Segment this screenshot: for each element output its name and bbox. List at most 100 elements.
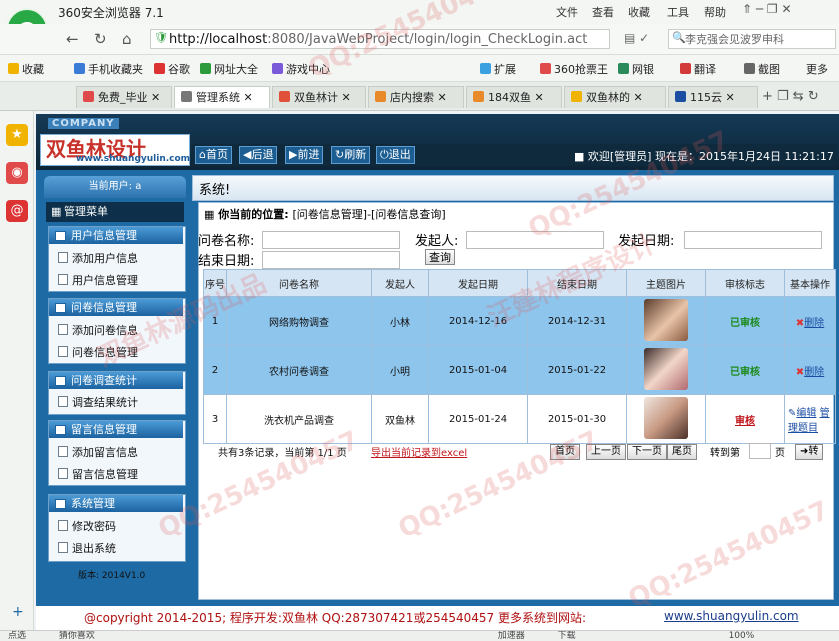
bookmark-screenshot[interactable]: 截图: [744, 61, 780, 77]
footer-website-link[interactable]: www.shuangyulin.com: [664, 609, 799, 623]
filter-initiator-input[interactable]: [466, 231, 604, 249]
tab-shuangyulin[interactable]: 双鱼林计 ✕: [272, 86, 366, 108]
menu-tools[interactable]: 工具: [667, 4, 689, 20]
search-input[interactable]: 李克强会见波罗申科: [668, 29, 836, 49]
menu-item-logout[interactable]: 退出系统: [58, 540, 116, 556]
url-host: http://localhost: [169, 32, 268, 47]
bookmark-label: 手机收藏夹: [88, 63, 143, 76]
nav-refresh-button[interactable]: ↻刷新: [331, 146, 371, 164]
star-icon: [8, 63, 19, 74]
extensions-icon: [480, 63, 491, 74]
tab-115[interactable]: 115云 ✕: [668, 86, 758, 108]
table-row[interactable]: 2 农村问卷调查 小明 2015-01-04 2015-01-22 已审核 ✖删…: [203, 345, 836, 395]
translate-icon: [680, 63, 691, 74]
url-input[interactable]: http://localhost:8080/JavaWebProject/log…: [150, 29, 610, 49]
menu-group-header[interactable]: 用户信息管理: [49, 227, 183, 244]
brand-url: www.shuangyulin.com: [76, 154, 191, 164]
window-controls-icon[interactable]: ⇑ ─ ❐ ✕: [742, 2, 792, 16]
table-header-row: 序号 问卷名称 发起人 发起日期 结束日期 主题图片 审核标志 基本操作: [203, 269, 836, 297]
cell-ops: ✎编辑 管理题目: [784, 394, 836, 444]
bookmark-google[interactable]: 谷歌: [154, 61, 190, 77]
cell-no: 2: [203, 345, 227, 395]
bookmark-sites[interactable]: 网址大全: [200, 61, 258, 77]
menu-item-survey-stats[interactable]: 调查结果统计: [58, 394, 138, 410]
nav-back-button[interactable]: ◀后退: [239, 146, 278, 164]
last-page-button[interactable]: 尾页: [667, 444, 697, 460]
menu-group-header[interactable]: 问卷信息管理: [49, 299, 183, 316]
delete-link[interactable]: 删除: [804, 367, 824, 378]
nav-forward-button[interactable]: ▶前进: [285, 146, 324, 164]
favorites-star-icon[interactable]: ★: [6, 124, 28, 146]
filter-name-input[interactable]: [262, 231, 400, 249]
bookmark-favorites[interactable]: 收藏: [8, 61, 44, 77]
power-icon: ⏻: [380, 148, 389, 161]
bookmark-more[interactable]: 更多: [806, 61, 828, 77]
first-page-button[interactable]: 首页: [550, 444, 580, 460]
theme-image: [644, 347, 688, 390]
tab-store-search[interactable]: 店内搜索 ✕: [368, 86, 464, 108]
menu-item-manage-questionnaires[interactable]: 问卷信息管理: [58, 344, 138, 360]
bookmark-bank[interactable]: 网银: [618, 61, 654, 77]
menu-item-manage-messages[interactable]: 留言信息管理: [58, 466, 138, 482]
export-excel-link[interactable]: 导出当前记录到excel: [371, 444, 467, 459]
tab-tools-icon[interactable]: + ❐ ⇆ ↻: [762, 89, 819, 104]
menu-item-add-message[interactable]: 添加留言信息: [58, 444, 138, 460]
bookmark-mobile[interactable]: 手机收藏夹: [74, 61, 143, 77]
menu-file[interactable]: 文件: [556, 4, 578, 20]
prev-page-button[interactable]: 上一页: [586, 444, 626, 460]
go-button[interactable]: ➜转: [795, 444, 824, 460]
table-row[interactable]: 3 洗衣机产品调查 双鱼林 2015-01-24 2015-01-30 审核 ✎…: [203, 394, 836, 444]
refresh-icon: ↻: [335, 148, 345, 161]
status-badge: 已审核: [730, 317, 760, 329]
scissors-icon: [744, 63, 755, 74]
filter-end-input[interactable]: [262, 251, 400, 269]
company-label: COMPANY: [48, 118, 119, 129]
nav-logout-button[interactable]: ⏻退出: [376, 146, 415, 164]
menu-item-change-password[interactable]: 修改密码: [58, 518, 116, 534]
tab-184[interactable]: 184双鱼 ✕: [466, 86, 562, 108]
back-icon[interactable]: ←: [66, 30, 79, 48]
phone-icon: [74, 63, 85, 74]
menu-favorites[interactable]: 收藏: [628, 4, 650, 20]
query-button[interactable]: 查询: [425, 249, 455, 265]
nav-home-button[interactable]: ⌂首页: [195, 146, 232, 164]
menu-group-header[interactable]: 问卷调查统计: [49, 372, 183, 389]
ticket-icon: [540, 63, 551, 74]
address-tools-icon[interactable]: ▤ ✓: [624, 31, 649, 45]
bookmark-extensions[interactable]: 扩展: [480, 61, 516, 77]
breadcrumb: ▦ 你当前的位置: [问卷信息管理]-[问卷信息查询]: [204, 206, 446, 222]
next-page-button[interactable]: 下一页: [627, 444, 667, 460]
bookmark-translate[interactable]: 翻译: [680, 61, 716, 77]
menu-group-header[interactable]: 留言信息管理: [49, 421, 183, 438]
cell-name: 农村问卷调查: [226, 345, 372, 395]
delete-icon: ✖: [795, 366, 805, 378]
bookmark-games[interactable]: 游戏中心: [272, 61, 330, 77]
weibo-icon[interactable]: ◉: [6, 162, 28, 184]
table-row[interactable]: 1 网络购物调查 小林 2014-12-16 2014-12-31 已审核 ✖删…: [203, 296, 836, 346]
menu-item-add-user[interactable]: 添加用户信息: [58, 250, 138, 266]
game-icon: [272, 63, 283, 74]
delete-link[interactable]: 删除: [804, 318, 824, 329]
tab-label: 店内搜索: [390, 91, 434, 104]
system-label: 系统!: [199, 183, 231, 198]
approve-link[interactable]: 审核: [735, 416, 755, 427]
edit-link[interactable]: 编辑: [796, 408, 816, 419]
mail-icon[interactable]: @: [6, 200, 28, 222]
menu-group-header[interactable]: 系统管理: [49, 495, 183, 512]
tab-free[interactable]: 免费_毕业 ✕: [76, 86, 172, 108]
tab-shuangyulin-2[interactable]: 双鱼林的 ✕: [564, 86, 666, 108]
home-icon[interactable]: ⌂: [122, 30, 132, 48]
tab-admin-system[interactable]: 管理系统 ✕: [174, 86, 270, 108]
bookmark-tickets[interactable]: 360抢票王: [540, 61, 608, 77]
goto-page-input[interactable]: [749, 443, 771, 459]
menu-item-manage-users[interactable]: 用户信息管理: [58, 272, 138, 288]
cell-initiator: 小林: [371, 296, 429, 346]
menu-view[interactable]: 查看: [592, 4, 614, 20]
menu-title-text: 管理菜单: [64, 205, 108, 218]
cell-start: 2014-12-16: [428, 296, 528, 346]
reload-icon[interactable]: ↻: [94, 30, 107, 48]
plus-icon[interactable]: +: [12, 604, 24, 620]
menu-help[interactable]: 帮助: [704, 4, 726, 20]
menu-item-add-questionnaire[interactable]: 添加问卷信息: [58, 322, 138, 338]
filter-start-input[interactable]: [684, 231, 822, 249]
